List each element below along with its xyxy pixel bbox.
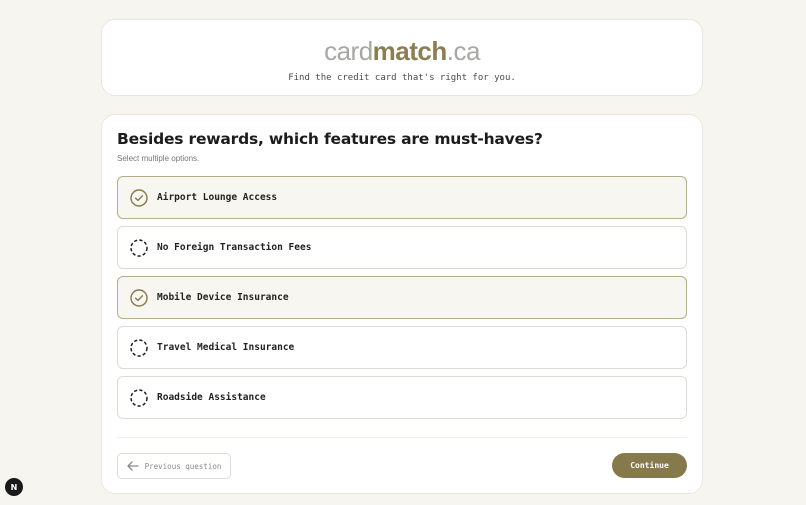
- options-list: Airport Lounge Access No Foreign Transac…: [117, 176, 687, 426]
- arrow-left-icon: [126, 461, 139, 471]
- option-no-foreign-transaction-fees[interactable]: No Foreign Transaction Fees: [117, 226, 687, 269]
- previous-question-label: Previous question: [144, 461, 222, 471]
- continue-button[interactable]: Continue: [612, 453, 687, 478]
- header-card: cardmatch.ca Find the credit card that's…: [101, 19, 703, 96]
- option-label: Mobile Device Insurance: [157, 292, 289, 303]
- footer-divider: [117, 437, 687, 438]
- empty-circle-icon: [130, 238, 148, 257]
- checked-circle-icon: [130, 288, 148, 307]
- empty-circle-icon: [130, 338, 148, 357]
- logo-domain-text: .ca: [446, 36, 481, 66]
- question-title: Besides rewards, which features are must…: [117, 130, 543, 148]
- option-label: No Foreign Transaction Fees: [157, 242, 312, 253]
- question-subtitle: Select multiple options.: [117, 154, 200, 163]
- empty-circle-icon: [130, 388, 148, 407]
- option-travel-medical-insurance[interactable]: Travel Medical Insurance: [117, 326, 687, 369]
- question-card: Besides rewards, which features are must…: [101, 114, 703, 494]
- logo[interactable]: cardmatch.ca: [102, 36, 702, 66]
- option-label: Roadside Assistance: [157, 392, 266, 403]
- option-label: Airport Lounge Access: [157, 192, 278, 203]
- option-label: Travel Medical Insurance: [157, 342, 295, 353]
- tagline: Find the credit card that's right for yo…: [288, 73, 516, 83]
- option-mobile-device-insurance[interactable]: Mobile Device Insurance: [117, 276, 687, 319]
- dev-tools-badge[interactable]: N: [5, 478, 23, 496]
- logo-match-text: match: [372, 36, 448, 66]
- previous-question-button[interactable]: Previous question: [117, 453, 231, 479]
- logo-card-text: card: [324, 36, 373, 66]
- checked-circle-icon: [130, 188, 148, 207]
- option-roadside-assistance[interactable]: Roadside Assistance: [117, 376, 687, 419]
- option-airport-lounge-access[interactable]: Airport Lounge Access: [117, 176, 687, 219]
